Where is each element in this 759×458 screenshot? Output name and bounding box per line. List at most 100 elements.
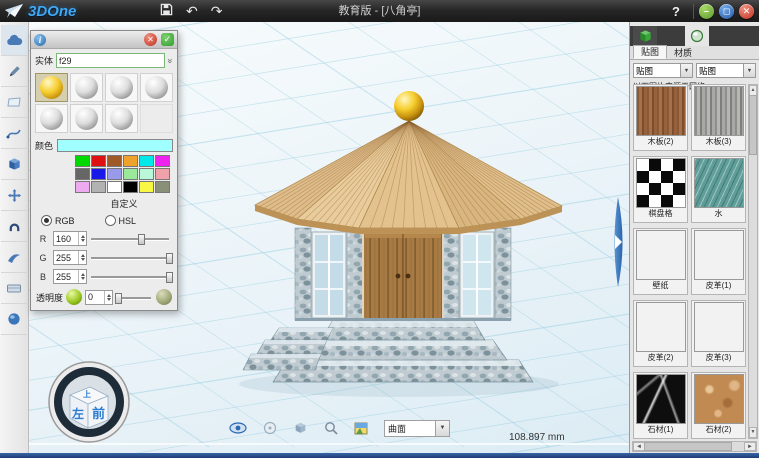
palette-color[interactable] [123,181,138,193]
hsl-radio[interactable]: HSL [105,215,137,226]
window-left[interactable] [312,232,346,318]
horizontal-scrollbar[interactable]: ◄ ► [632,441,757,452]
dropdown-arrow-icon[interactable]: ▼ [435,421,449,436]
entity-input[interactable]: f29 [56,53,165,68]
navigation-cube[interactable]: 上 左 前 [47,360,131,444]
channel-value[interactable]: 255 [53,250,87,265]
display-mode-dropdown[interactable]: 曲面 ▼ [384,420,450,437]
texture-thumb[interactable] [636,302,686,352]
model-library-tab[interactable] [633,26,657,46]
texture-thumb[interactable] [694,158,744,208]
palette-color[interactable] [139,168,154,180]
material-sphere-silver[interactable] [140,73,173,102]
texture-item[interactable]: 壁纸 [633,228,688,295]
maximize-button[interactable]: ◻ [719,4,734,19]
edit-curve-tool[interactable] [1,118,27,149]
zoom-magnifier-icon[interactable] [324,421,338,435]
tab-material[interactable]: 材质 [667,47,699,59]
window-right[interactable] [460,232,494,318]
cloud-tool[interactable] [1,25,27,56]
stone-pillar[interactable] [347,228,363,320]
render-mode-icon[interactable] [354,422,368,435]
cancel-button[interactable]: ✕ [144,33,157,46]
scroll-right-icon[interactable]: ► [744,442,756,451]
redo-button[interactable]: ↷ [211,0,223,22]
texture-thumb[interactable] [636,158,686,208]
texture-category-dropdown-1[interactable]: 贴图 ▼ [633,63,693,78]
sketch-plane-tool[interactable] [1,87,27,118]
palette-color[interactable] [139,181,154,193]
palette-color[interactable] [75,181,90,193]
texture-thumb[interactable] [694,230,744,280]
scroll-down-icon[interactable]: ▼ [749,427,757,438]
channel-slider[interactable] [91,233,171,244]
texture-item[interactable]: 棋盘格 [633,156,688,223]
texture-item[interactable]: 皮革(1) [691,228,746,295]
opacity-slider[interactable] [116,292,153,303]
help-button[interactable]: ? [664,4,688,19]
spinner-buttons[interactable] [78,251,86,264]
dropdown-arrow-icon[interactable]: ▼ [743,64,755,77]
save-button[interactable] [160,0,173,22]
plate-tool[interactable] [1,273,27,304]
pavilion-base-steps[interactable] [243,320,533,382]
channel-value[interactable]: 160 [53,231,87,246]
channel-slider[interactable] [91,252,171,263]
move-tool[interactable] [1,180,27,211]
spinner-buttons[interactable] [78,232,86,245]
chevron-expand-icon[interactable]: » [165,58,175,63]
palette-color[interactable] [155,181,170,193]
texture-thumb[interactable] [694,374,744,424]
material-sphere-gold[interactable] [35,73,68,102]
texture-item[interactable]: 石材(1) [633,372,688,439]
palette-color[interactable] [123,155,138,167]
navcube-left-label[interactable]: 左 [71,406,84,421]
texture-item[interactable]: 皮革(2) [633,300,688,367]
dialog-header[interactable]: i ✕ ✓ [31,31,177,49]
texture-thumb[interactable] [694,302,744,352]
scrollbar-thumb[interactable] [644,442,732,451]
sketch-brush-tool[interactable] [1,56,27,87]
vertical-scrollbar[interactable]: ▲ ▼ [748,84,758,439]
pavilion-roof[interactable] [255,121,562,234]
palette-color[interactable] [107,168,122,180]
undo-button[interactable]: ↶ [186,0,198,22]
opacity-value[interactable]: 0 [85,290,113,305]
channel-slider[interactable] [91,271,171,282]
texture-thumb[interactable] [694,86,744,136]
stone-pillar[interactable] [443,228,459,320]
minimize-button[interactable]: – [699,4,714,19]
gold-finial-sphere[interactable] [394,91,424,121]
texture-item[interactable]: 石材(2) [691,372,746,439]
sweep-tool[interactable] [1,211,27,242]
palette-color[interactable] [91,181,106,193]
material-sphere-silver[interactable] [70,73,103,102]
texture-item[interactable]: 木板(3) [691,84,746,151]
material-sphere-silver[interactable] [35,104,68,133]
tab-texture[interactable]: 贴图 [633,45,667,59]
confirm-button[interactable]: ✓ [161,33,174,46]
material-sphere-silver[interactable] [105,73,138,102]
visibility-eye-icon[interactable] [229,422,247,434]
texture-item[interactable]: 皮革(3) [691,300,746,367]
spinner-buttons[interactable] [78,270,86,283]
close-button[interactable]: ✕ [739,4,754,19]
rgb-radio[interactable]: RGB [41,215,75,226]
material-library-tab[interactable] [685,26,709,46]
deform-tool[interactable] [1,242,27,273]
dropdown-arrow-icon[interactable]: ▼ [680,64,692,77]
palette-color[interactable] [107,181,122,193]
navcube-top-label[interactable]: 上 [83,389,91,399]
palette-color[interactable] [91,168,106,180]
palette-color[interactable] [155,168,170,180]
palette-color[interactable] [107,155,122,167]
texture-thumb[interactable] [636,230,686,280]
current-color-swatch[interactable] [57,139,173,152]
navcube-front-label[interactable]: 前 [92,406,105,421]
solid-feature-tool[interactable] [1,149,27,180]
texture-item[interactable]: 水 [691,156,746,223]
palette-color[interactable] [75,155,90,167]
material-sphere-silver[interactable] [70,104,103,133]
channel-value[interactable]: 255 [53,269,87,284]
texture-category-dropdown-2[interactable]: 贴图 ▼ [696,63,756,78]
